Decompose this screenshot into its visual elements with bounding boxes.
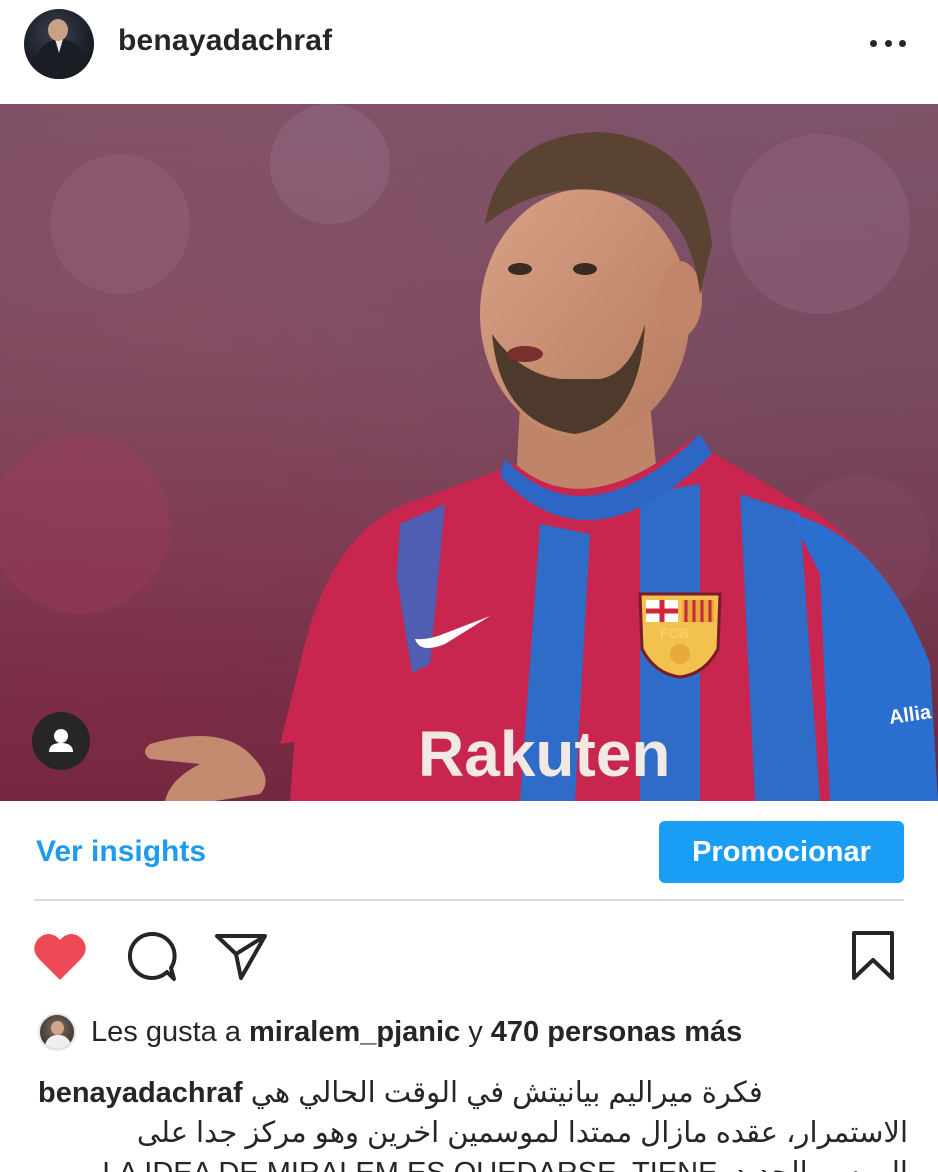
post-caption: benayadachraf فكرة ميراليم بيانيتش في ال… (38, 1073, 908, 1172)
caption-author[interactable]: benayadachraf (38, 1077, 243, 1109)
post-header: benayadachraf (0, 0, 938, 104)
jersey-sponsor: Rakuten (418, 718, 671, 790)
more-horizontal-icon[interactable] (868, 34, 908, 52)
bookmark-icon[interactable] (850, 930, 896, 982)
caption-line-3: الموسم الجديد. LA IDEA DE MIRALEM ES QUE… (38, 1153, 908, 1172)
instagram-post: benayadachraf FCB Rakuten Allia Ver insi… (0, 0, 938, 1172)
post-username[interactable]: benayadachraf (118, 24, 332, 58)
heart-filled-icon[interactable] (32, 930, 88, 982)
caption-line-1: benayadachraf فكرة ميراليم بيانيتش في ال… (38, 1073, 908, 1113)
post-actions (0, 920, 938, 992)
comment-icon[interactable] (124, 930, 178, 984)
player-illustration: FCB Rakuten Allia (0, 104, 938, 801)
insights-row: Ver insights Promocionar (0, 801, 938, 901)
send-icon[interactable] (214, 932, 268, 982)
likes-row[interactable]: Les gusta a miralem_pjanic y 470 persona… (0, 1010, 938, 1058)
caption-line-2: الاستمرار، عقده مازال ممتدا لموسمين اخري… (136, 1117, 908, 1149)
liker-avatar[interactable] (38, 1013, 76, 1051)
promote-button[interactable]: Promocionar (659, 821, 904, 883)
likes-middle: y (460, 1016, 491, 1048)
view-insights-link[interactable]: Ver insights (36, 835, 206, 869)
profile-avatar[interactable] (24, 9, 94, 79)
person-icon[interactable] (32, 712, 90, 770)
likes-prefix: Les gusta a (91, 1016, 249, 1048)
crest-text: FCB (660, 625, 689, 641)
likes-count[interactable]: 470 personas más (491, 1016, 742, 1048)
caption-text-1: فكرة ميراليم بيانيتش في الوقت الحالي هي (250, 1077, 763, 1109)
likes-text[interactable]: Les gusta a miralem_pjanic y 470 persona… (91, 1016, 742, 1049)
post-photo[interactable]: FCB Rakuten Allia (0, 104, 938, 801)
divider (34, 899, 904, 901)
liker-username[interactable]: miralem_pjanic (249, 1016, 460, 1048)
